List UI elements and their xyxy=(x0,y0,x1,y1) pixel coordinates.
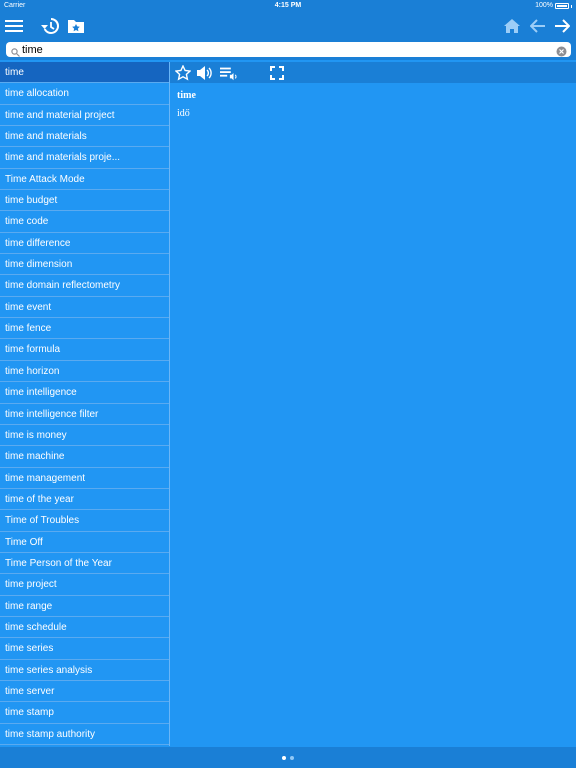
word-list-item[interactable]: time range xyxy=(0,596,169,617)
home-icon[interactable] xyxy=(502,16,522,36)
word-list-item[interactable]: time server xyxy=(0,681,169,703)
word-list-item[interactable]: time code xyxy=(0,211,169,233)
word-list-item[interactable]: time schedule xyxy=(0,617,169,639)
forward-arrow-icon[interactable] xyxy=(552,16,572,36)
word-list-item[interactable]: time is money xyxy=(0,425,169,447)
word-list-item[interactable]: time horizon xyxy=(0,361,169,383)
word-list-item[interactable]: time intelligence filter xyxy=(0,404,169,425)
playlist-audio-icon[interactable] xyxy=(220,64,238,81)
entry-translation: idő xyxy=(177,108,190,119)
word-list-item[interactable]: time event xyxy=(0,297,169,319)
star-icon[interactable] xyxy=(174,64,192,81)
word-list-item[interactable]: time stamp authority xyxy=(0,724,169,745)
word-list-item[interactable]: Time Off xyxy=(0,532,169,553)
word-list-item[interactable]: Time Person of the Year xyxy=(0,553,169,575)
word-list-item[interactable]: time dimension xyxy=(0,254,169,276)
search-box xyxy=(6,42,571,57)
favorites-folder-icon[interactable] xyxy=(66,16,86,36)
clock: 4:15 PM xyxy=(274,2,302,9)
word-list[interactable]: time time allocation time and material pro… xyxy=(0,62,170,746)
entry-headword: time xyxy=(177,90,196,101)
dictionary-entry: time idő xyxy=(177,90,567,119)
word-list-item[interactable]: time allocation xyxy=(0,83,169,105)
word-list-item[interactable]: time and materials proje... xyxy=(0,147,169,169)
word-list-item[interactable]: time management xyxy=(0,468,169,489)
word-list-item[interactable]: time and materials xyxy=(0,126,169,148)
battery-tip xyxy=(571,4,572,8)
battery-icon xyxy=(555,3,569,9)
back-arrow-icon[interactable] xyxy=(528,16,548,36)
word-list-item[interactable]: time fence xyxy=(0,318,169,340)
battery-percent: 100% xyxy=(535,2,553,9)
bottom-bar xyxy=(0,747,576,768)
word-list-item[interactable]: time machine xyxy=(0,446,169,468)
search-bar xyxy=(0,40,576,60)
clear-search-icon[interactable] xyxy=(556,44,567,57)
page-dot-active[interactable] xyxy=(282,756,286,760)
toolbar xyxy=(0,12,576,40)
word-list-item[interactable]: time difference xyxy=(0,233,169,255)
search-icon xyxy=(11,44,20,62)
word-list-item[interactable]: time series analysis xyxy=(0,660,169,681)
search-input[interactable] xyxy=(22,42,552,57)
word-list-item[interactable]: time xyxy=(0,62,169,84)
word-list-item[interactable]: time series xyxy=(0,638,169,660)
word-list-item[interactable]: time stamp xyxy=(0,702,169,724)
word-list-item[interactable]: time and material project xyxy=(0,105,169,127)
menu-icon[interactable] xyxy=(4,16,24,36)
word-list-item[interactable]: Time Attack Mode xyxy=(0,169,169,191)
entry-action-bar xyxy=(170,62,576,83)
word-list-item[interactable]: time of the year xyxy=(0,489,169,511)
battery-indicator: 100% xyxy=(535,0,572,12)
word-list-item[interactable]: time project xyxy=(0,574,169,596)
word-list-item[interactable]: Time of Troubles xyxy=(0,510,169,532)
history-icon[interactable] xyxy=(40,16,60,36)
word-list-item[interactable]: time budget xyxy=(0,190,169,212)
word-list-item[interactable]: time intelligence xyxy=(0,382,169,404)
word-list-item[interactable]: time formula xyxy=(0,339,169,361)
page-dot[interactable] xyxy=(290,756,294,760)
word-list-item[interactable]: time domain reflectometry xyxy=(0,275,169,297)
fullscreen-icon[interactable] xyxy=(268,64,286,81)
status-bar: Carrier 4:15 PM 100% xyxy=(0,0,576,12)
speaker-icon[interactable] xyxy=(196,64,214,81)
